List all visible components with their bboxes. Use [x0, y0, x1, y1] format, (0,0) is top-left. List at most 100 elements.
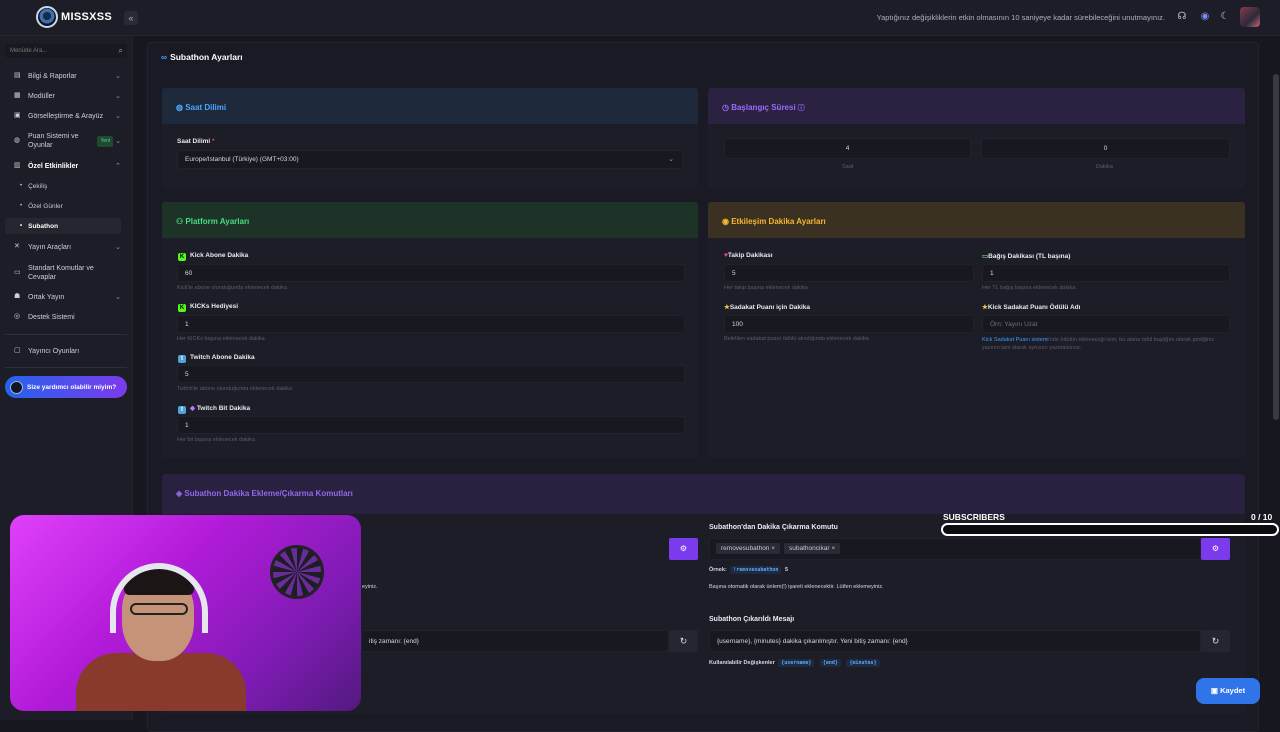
chevron-down-icon: ⌄ [115, 137, 121, 145]
sidebar-divider [5, 334, 127, 335]
platform-card: ⚇ Platform Ayarları K Kick Abone Dakika 6… [162, 202, 698, 458]
sidebar-item-label: Puan Sistemi ve Oyunlar [28, 133, 79, 149]
save-icon: ▣ [1210, 686, 1221, 695]
timezone-label-text: Saat Dilimi [177, 138, 211, 145]
page-scrollbar[interactable] [1273, 74, 1279, 420]
sidebar-subitem-special-days[interactable]: • Özel Günler [5, 198, 121, 214]
start-time-card: ◷ Başlangıç Süresi ⓘ 4 Saat 0 Dakika [708, 88, 1245, 188]
sidebar-item-co-stream[interactable]: ☗ Ortak Yayın ⌄ [0, 288, 133, 306]
chevron-down-icon: ⌄ [115, 73, 121, 80]
removed-message-input[interactable]: {username}, {minutes} dakika çıkarılmışt… [709, 630, 1201, 652]
twitch-bit-label-text: Twitch Bit Dakika [196, 405, 251, 412]
dark-mode-icon[interactable]: ☾ [1219, 11, 1231, 23]
start-header-text: Başlangıç Süresi [731, 103, 796, 112]
discord-icon[interactable]: ◉ [1199, 11, 1211, 23]
sidebar-item-events[interactable]: ▥ Özel Etkinlikler ⌃ [0, 157, 133, 175]
save-button[interactable]: ▣ Kaydet [1196, 678, 1260, 704]
remove-command-settings-button[interactable]: ⚙ [1201, 538, 1230, 560]
follow-input[interactable]: 5 [724, 264, 974, 282]
start-time-card-header: ◷ Başlangıç Süresi ⓘ [708, 88, 1245, 124]
loyalty-system-link[interactable]: Kick Sadakat Puanı sistemi [982, 337, 1049, 343]
support-headset-icon[interactable]: ☊ [1176, 11, 1188, 23]
sidebar-item-streamer-games[interactable]: ▢ Yayıncı Oyunları [0, 342, 133, 360]
start-minutes-input[interactable]: 0 [981, 138, 1230, 159]
bits-gem-icon: ◆ [190, 405, 197, 412]
remove-command-tags-input[interactable]: removesubathon × subathoncikar × [709, 538, 1201, 560]
subitem-label: Özel Günler [28, 202, 63, 210]
menu-search-input[interactable]: Menüde Ara... ⌕ [5, 44, 127, 58]
kick-sub-hint: Kick'te abone olunduğunda eklenecek daki… [177, 285, 287, 291]
follow-label-text: Takip Dakikası [727, 252, 773, 259]
sidebar-item-support[interactable]: ◎ Destek Sistemi [0, 308, 133, 326]
variable-code: {end} [819, 659, 841, 667]
sidebar-item-stream-tools[interactable]: ✕ Yayın Araçları ⌄ [0, 238, 133, 256]
sidebar-subitem-giveaway[interactable]: • Çekiliş [5, 178, 121, 194]
timezone-value: Europe/Istanbul (Türkiye) (GMT+03:00) [185, 156, 299, 163]
chevron-down-icon: ⌄ [668, 156, 674, 163]
sidebar-item-modules[interactable]: ▦ Modüller ⌄ [0, 87, 133, 105]
remove-command-title: Subathon'dan Dakika Çıkarma Komutu [709, 524, 838, 531]
page-title: ∞ Subathon Ayarları [161, 52, 243, 62]
variables-label: Kullanılabilir Değişkenler [709, 660, 775, 666]
twitch-sub-label: t Twitch Abone Dakika [178, 354, 255, 363]
platform-header-text: Platform Ayarları [185, 217, 250, 226]
sidebar-subitem-subathon[interactable]: • Subathon [5, 218, 121, 234]
command-tag[interactable]: removesubathon × [716, 543, 781, 554]
help-circle-icon[interactable]: ⓘ [796, 105, 805, 112]
reset-added-message-button[interactable]: ↻ [669, 630, 698, 652]
app-logo[interactable]: MISSXSS [36, 6, 112, 28]
twitch-icon: t [178, 355, 186, 363]
terminal-icon: ▭ [14, 269, 21, 276]
sidebar-divider [5, 367, 127, 368]
logo-mark-icon [36, 6, 58, 28]
chevron-down-icon: ⌄ [115, 244, 121, 251]
twitch-bit-input[interactable]: 1 [177, 416, 685, 434]
removed-message-title: Subathon Çıkarıldı Mesajı [709, 616, 795, 623]
kick-icon: K [178, 253, 186, 261]
sidebar-item-label: Destek Sistemi [28, 313, 75, 321]
sidebar-item-visual[interactable]: ▣ Görselleştirme & Arayüz ⌄ [0, 107, 133, 125]
twitch-sub-hint: Twitch'te abone olunduğunda eklenecek da… [177, 386, 293, 392]
reward-name-hint: Kick Sadakat Puanı sistemi'nde ödülün ek… [982, 336, 1232, 352]
timezone-label: Saat Dilimi * [177, 138, 215, 145]
follow-label: ♥Takip Dakikası [724, 252, 773, 259]
globe-icon: ◍ [176, 103, 186, 112]
loyalty-input[interactable]: 100 [724, 315, 974, 333]
notice-text: Yaptığınız değişikliklerin etkin olmasın… [876, 13, 1165, 22]
minutes-label: Dakika [1096, 164, 1113, 170]
sidebar-item-label: Özel Etkinlikler [28, 162, 79, 170]
collapse-sidebar-button[interactable]: « [124, 11, 138, 25]
kicks-gift-input[interactable]: 1 [177, 315, 685, 333]
twitch-sub-input[interactable]: 5 [177, 365, 685, 383]
sidebar-item-commands[interactable]: ▭ Standart Komutlar ve Cevaplar [0, 260, 133, 286]
engagement-card: ◉ Etkileşim Dakika Ayarları ♥Takip Dakik… [708, 202, 1245, 458]
commands-card-header: ◈ Subathon Dakika Ekleme/Çıkarma Komutla… [162, 474, 1245, 514]
help-assistant-button[interactable]: Size yardımcı olabilir miyim? [5, 376, 127, 398]
kick-sub-input[interactable]: 60 [177, 264, 685, 282]
user-avatar[interactable] [1240, 7, 1260, 27]
top-bar: MISSXSS « Yaptığınız değişikliklerin etk… [0, 0, 1280, 36]
reward-name-input[interactable]: Örn: Yayını Uzat [982, 315, 1230, 333]
added-message-input[interactable]: itiş zamanı: {end} [361, 630, 669, 652]
sidebar-item-points[interactable]: ◍ Puan Sistemi ve Oyunlar Yeni ⌄ [0, 128, 133, 154]
donation-input[interactable]: 1 [982, 264, 1230, 282]
add-command-settings-button[interactable]: ⚙ [669, 538, 698, 560]
example-label: Örnek: [709, 567, 727, 573]
assistant-avatar-icon [10, 380, 23, 394]
command-tag[interactable]: subathoncikar × [784, 543, 841, 554]
clock-icon: ◷ [722, 103, 732, 112]
reset-removed-message-button[interactable]: ↻ [1201, 630, 1230, 652]
sidebar-item-reports[interactable]: ▤ Bilgi & Raporlar ⌄ [0, 67, 133, 85]
example-code: !removesubathon [730, 566, 782, 574]
example-row: Örnek: !removesubathon 5 [709, 566, 788, 574]
variable-code: {username} [778, 659, 815, 667]
webcam-overlay [10, 515, 361, 711]
timezone-header-text: Saat Dilimi [185, 103, 227, 112]
donation-label: ▭Bağış Dakikası (TL başına) [982, 252, 1070, 260]
timezone-select[interactable]: Europe/Istanbul (Türkiye) (GMT+03:00) ⌄ [177, 150, 683, 169]
kick-icon: K [178, 304, 186, 312]
gamepad-icon: ▢ [14, 347, 21, 354]
page-title-text: Subathon Ayarları [170, 52, 243, 62]
twitch-icon: t [178, 406, 186, 414]
start-hours-input[interactable]: 4 [724, 138, 971, 159]
